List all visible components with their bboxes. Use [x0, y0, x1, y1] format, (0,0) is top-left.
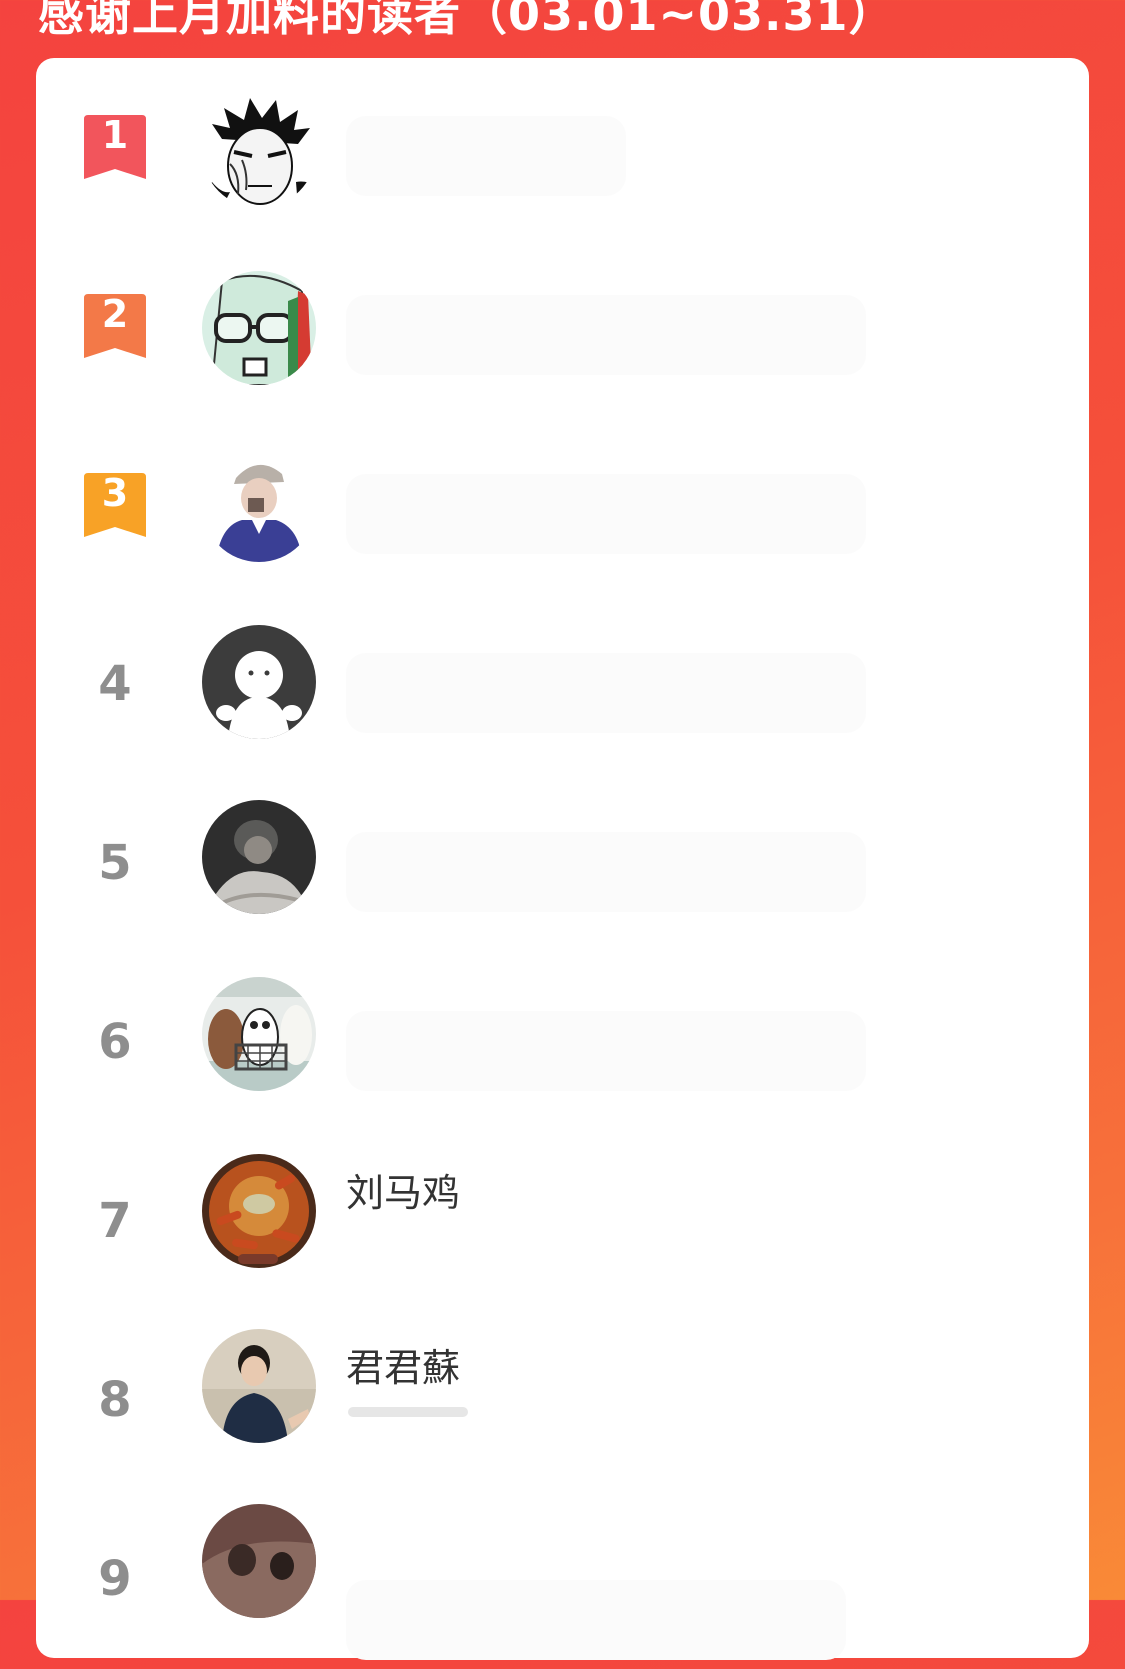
ninja-manga-avatar[interactable]	[202, 94, 316, 208]
leaderboard-row[interactable]: 6	[36, 953, 1089, 1132]
rank-number: 7	[98, 1193, 132, 1249]
leaderboard-row[interactable]: 1	[36, 58, 1089, 237]
leaderboard-card: 1 2 3 4 5 6 7 刘马鸡 8 君君蘇 9	[36, 58, 1089, 1660]
painting-avatar[interactable]	[202, 1504, 316, 1618]
leaderboard-row[interactable]: 4	[36, 595, 1089, 774]
leaderboard-row[interactable]: 7 刘马鸡	[36, 1132, 1089, 1311]
blurred-username	[346, 832, 866, 912]
rank-number: 6	[98, 1014, 132, 1070]
rank-number: 5	[98, 835, 132, 891]
man-photo-avatar[interactable]	[202, 1329, 316, 1443]
three-bears-avatar[interactable]	[202, 977, 316, 1091]
rank-ribbon-icon: 1	[84, 113, 146, 179]
blurred-username	[346, 474, 866, 554]
hero-mask-avatar[interactable]	[202, 271, 316, 385]
username[interactable]: 君君蘇	[346, 1337, 460, 1392]
rank-ribbon-icon: 3	[84, 471, 146, 537]
blurred-username	[346, 116, 626, 196]
username[interactable]: 刘马鸡	[346, 1162, 460, 1217]
blurred-username	[346, 653, 866, 733]
rank-number: 9	[98, 1551, 132, 1607]
food-photo-avatar[interactable]	[202, 1154, 316, 1268]
blurred-username	[346, 1580, 846, 1660]
page-header-title: 感谢上月加料的读者（03.01~03.31）	[38, 0, 896, 41]
leaderboard-row[interactable]: 5	[36, 774, 1089, 953]
rank-number: 8	[98, 1372, 132, 1428]
leaderboard-row[interactable]: 8 君君蘇	[36, 1311, 1089, 1490]
rank-ribbon-icon: 2	[84, 292, 146, 358]
leaderboard-row[interactable]: 9	[36, 1490, 1089, 1669]
girl-photo-avatar[interactable]	[202, 800, 316, 914]
blurred-username	[346, 1011, 866, 1091]
default-ghost-avatar[interactable]	[202, 625, 316, 739]
rank-number: 1	[101, 113, 129, 157]
rank-number: 2	[101, 292, 129, 336]
leaderboard-row[interactable]: 3	[36, 416, 1089, 595]
leaderboard-row[interactable]: 2	[36, 237, 1089, 416]
rank-number: 3	[101, 471, 129, 515]
blurred-username	[346, 295, 866, 375]
blurred-subtitle	[348, 1407, 468, 1417]
person-cap-avatar[interactable]	[202, 448, 316, 562]
rank-number: 4	[98, 656, 132, 712]
